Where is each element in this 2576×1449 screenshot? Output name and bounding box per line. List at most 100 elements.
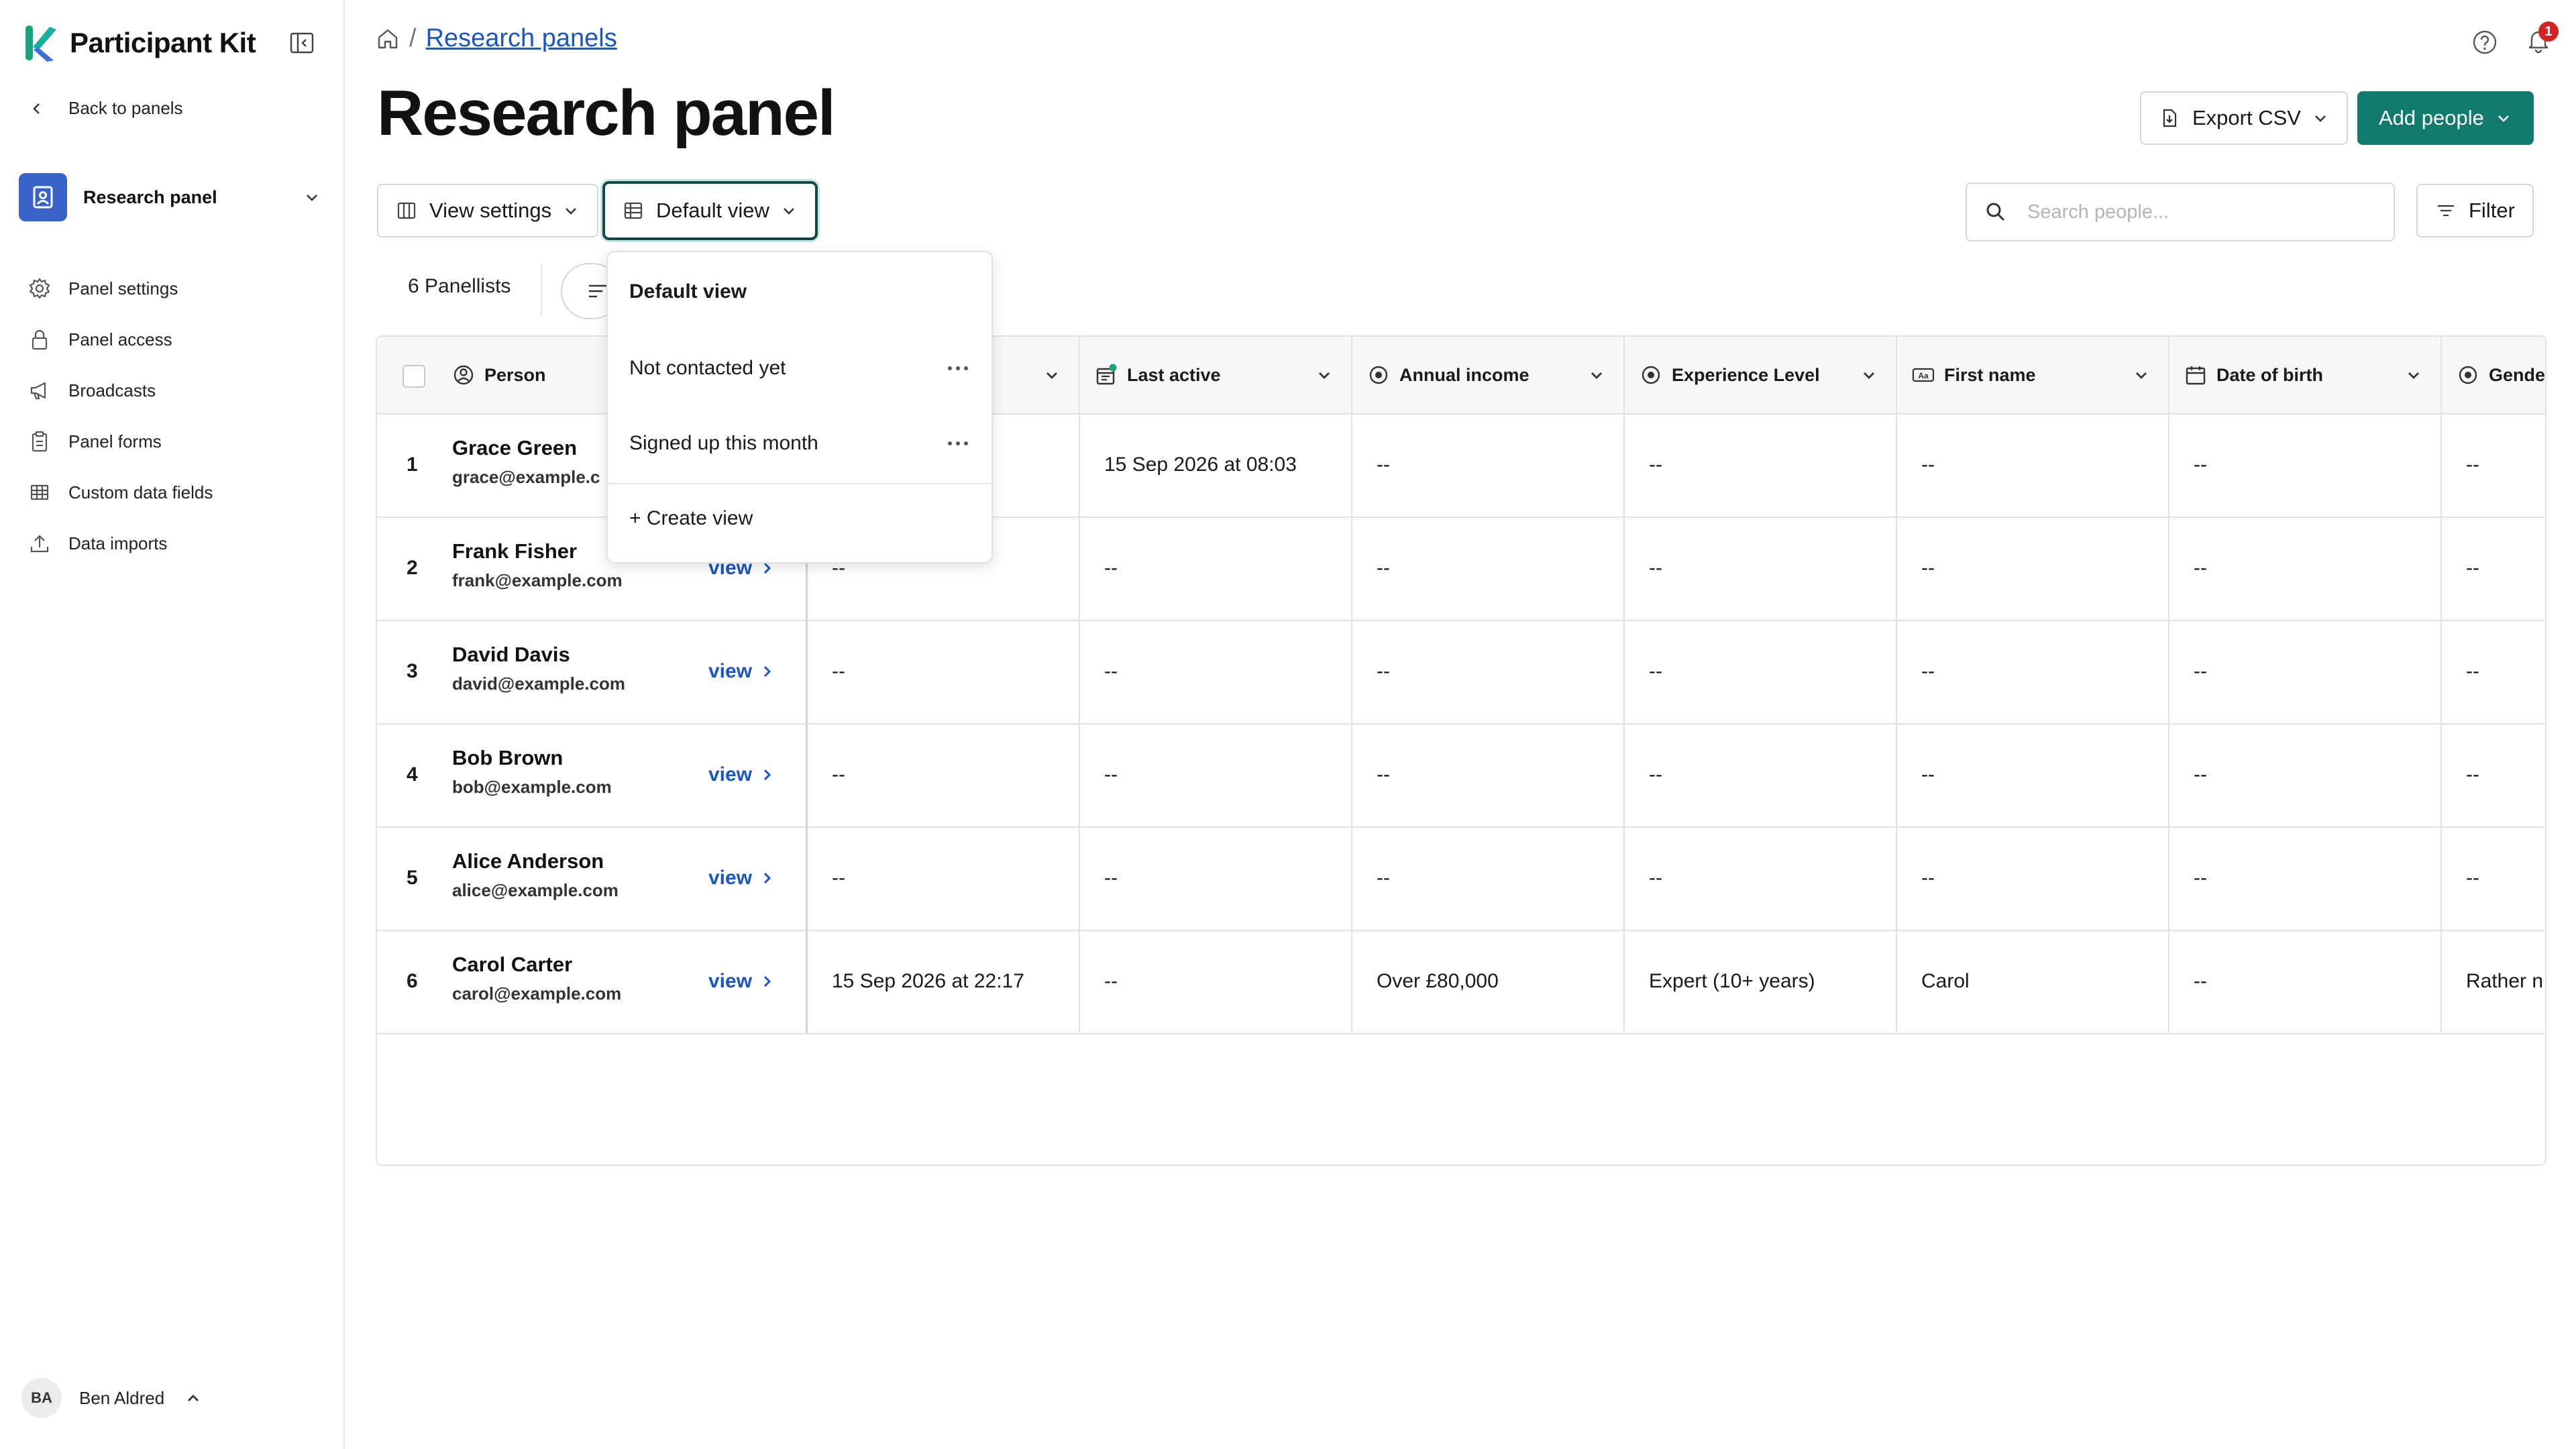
- default-view-button[interactable]: Default view: [602, 181, 818, 240]
- logo[interactable]: Participant Kit: [24, 20, 256, 66]
- panel-icon: [33, 186, 53, 209]
- column-label: Last active: [1127, 364, 1221, 385]
- chevron-left-icon: [33, 103, 40, 114]
- person-cell: 5 Alice Anderson alice@example.com view: [377, 826, 808, 930]
- sidebar-item-label: Broadcasts: [68, 380, 156, 400]
- person-info: Bob Brown bob@example.com: [452, 746, 612, 798]
- calendar-icon: [2186, 366, 2206, 385]
- view-option-label: Default view: [629, 280, 747, 303]
- home-icon[interactable]: [376, 27, 400, 51]
- table-row[interactable]: 5 Alice Anderson alice@example.com view -- --…: [377, 826, 2545, 931]
- breadcrumb: / Research panels: [376, 24, 617, 53]
- table-cell: --: [2466, 453, 2479, 476]
- more-options-icon[interactable]: [945, 365, 971, 372]
- person-name: Grace Green: [452, 436, 578, 460]
- table-row[interactable]: 4 Bob Brown bob@example.com view -- -- -- -- -- -…: [377, 723, 2545, 828]
- view-person-link[interactable]: view: [708, 620, 775, 723]
- chevron-right-icon: [763, 665, 771, 678]
- file-export-icon: [2163, 109, 2177, 127]
- column-header-annual-income[interactable]: Annual income: [1352, 337, 1625, 413]
- chevron-up-icon: [188, 1395, 199, 1401]
- table-cell: Over £80,000: [1352, 930, 1625, 1033]
- sidebar-item-panel-settings[interactable]: Panel settings: [28, 263, 213, 314]
- radio-icon: [1369, 366, 1388, 384]
- person-email: grace@example.c: [452, 467, 600, 487]
- person-info: Alice Anderson alice@example.com: [452, 849, 619, 901]
- more-options-icon[interactable]: [945, 440, 971, 447]
- table-cell: --: [1080, 930, 1352, 1033]
- radio-icon: [1642, 366, 1660, 384]
- chevron-down-icon: [2136, 372, 2147, 379]
- brand-name: Participant Kit: [70, 27, 256, 58]
- table-cell: Rather n: [2466, 970, 2544, 992]
- person-icon: [453, 365, 474, 385]
- view-link-label: view: [708, 867, 753, 889]
- view-settings-button[interactable]: View settings: [377, 184, 599, 237]
- create-view-label: + Create view: [629, 507, 753, 529]
- table-cell: Expert (10+ years): [1625, 930, 1897, 1033]
- sidebar-item-label: Panel access: [68, 329, 172, 350]
- clipboard-icon: [32, 431, 48, 452]
- panel-selector[interactable]: Research panel: [19, 173, 321, 221]
- view-person-link[interactable]: view: [708, 930, 775, 1033]
- column-label: Person: [484, 364, 546, 385]
- column-header-date-of-birth[interactable]: Date of birth: [2169, 337, 2442, 413]
- person-cell: 6 Carol Carter carol@example.com view: [377, 930, 808, 1033]
- column-label: Experience Level: [1672, 364, 1820, 385]
- table-icon: [624, 202, 643, 219]
- notification-badge: 1: [2538, 21, 2559, 42]
- sidebar-item-panel-access[interactable]: Panel access: [28, 314, 213, 365]
- table-cell: --: [1080, 723, 1352, 826]
- chevron-right-icon: [763, 769, 771, 781]
- column-header-last-active[interactable]: Last active: [1080, 337, 1352, 413]
- view-person-link[interactable]: view: [708, 723, 775, 826]
- person-name: Frank Fisher: [452, 539, 578, 563]
- sidebar-item-custom-data-fields[interactable]: Custom data fields: [28, 467, 213, 518]
- column-header-experience-level[interactable]: Experience Level: [1625, 337, 1897, 413]
- table-cell: --: [2169, 620, 2442, 723]
- add-people-button[interactable]: Add people: [2357, 91, 2534, 145]
- divider: [608, 483, 991, 484]
- table-cell: --: [808, 620, 1080, 723]
- chevron-down-icon: [2315, 115, 2326, 122]
- column-header-first-name[interactable]: Aa First name: [1897, 337, 2169, 413]
- person-info: David Davis david@example.com: [452, 643, 625, 694]
- sidebar-item-broadcasts[interactable]: Broadcasts: [28, 365, 213, 416]
- avatar: BA: [21, 1378, 62, 1418]
- row-number: 4: [407, 763, 418, 786]
- sidebar-item-data-imports[interactable]: Data imports: [28, 518, 213, 569]
- table-cell: --: [1897, 826, 2169, 930]
- table-cell: --: [1625, 826, 1897, 930]
- sidebar-item-label: Data imports: [68, 533, 168, 553]
- table-row[interactable]: 6 Carol Carter carol@example.com view 15 Sep…: [377, 930, 2545, 1034]
- table-cell: --: [1352, 723, 1625, 826]
- search-box[interactable]: [1966, 182, 2395, 241]
- filter-button[interactable]: Filter: [2416, 184, 2534, 237]
- back-to-panels-link[interactable]: Back to panels: [30, 98, 183, 119]
- search-input[interactable]: [2026, 200, 2377, 224]
- help-icon[interactable]: [2471, 29, 2498, 56]
- page-title: Research panel: [377, 77, 836, 149]
- sidebar-item-panel-forms[interactable]: Panel forms: [28, 416, 213, 467]
- column-label: Date of birth: [2216, 364, 2323, 385]
- chevron-down-icon: [307, 195, 317, 201]
- breadcrumb-research-panels-link[interactable]: Research panels: [426, 24, 617, 53]
- view-option-default[interactable]: Default view: [629, 280, 971, 303]
- sidebar-item-label: Custom data fields: [68, 482, 213, 502]
- table-cell: --: [1897, 620, 2169, 723]
- row-number: 2: [407, 557, 418, 579]
- sidebar-nav: Panel settings Panel access Broadcasts P…: [28, 263, 213, 569]
- create-view-button[interactable]: + Create view: [629, 507, 971, 530]
- table-cell: --: [1352, 826, 1625, 930]
- panellist-count: 6 Panellists: [408, 275, 511, 297]
- view-person-link[interactable]: view: [708, 826, 775, 930]
- export-csv-button[interactable]: Export CSV: [2140, 91, 2348, 145]
- user-menu[interactable]: BA Ben Aldred: [21, 1378, 202, 1418]
- table-row[interactable]: 3 David Davis david@example.com view -- -- -- -…: [377, 620, 2545, 724]
- column-header-gender[interactable]: Gende: [2442, 337, 2545, 413]
- view-option-not-contacted[interactable]: Not contacted yet: [629, 357, 971, 380]
- notifications-button[interactable]: 1: [2525, 21, 2559, 57]
- table-cell: --: [1897, 517, 2169, 620]
- collapse-sidebar-icon[interactable]: [288, 30, 315, 56]
- view-option-signed-up[interactable]: Signed up this month: [629, 432, 971, 455]
